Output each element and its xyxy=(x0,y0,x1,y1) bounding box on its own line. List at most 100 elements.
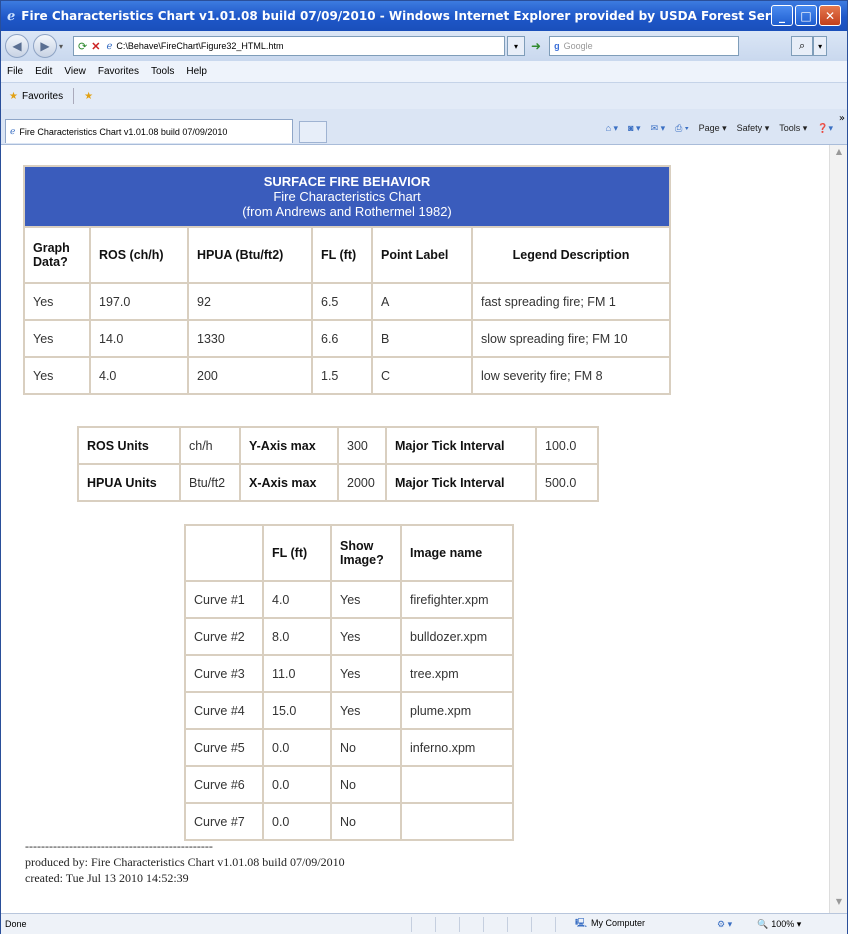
table-row: Curve #2 8.0 Yes bulldozer.xpm xyxy=(184,617,514,656)
mail-icon[interactable]: ✉ ▾ xyxy=(651,123,666,134)
cell: bulldozer.xpm xyxy=(400,617,514,656)
search-icon[interactable]: ⌕ xyxy=(791,36,814,56)
vertical-scrollbar[interactable]: ▲ ▼ xyxy=(829,145,847,913)
favorites-star-icon[interactable]: ★ xyxy=(9,91,18,102)
status-pane xyxy=(531,917,553,932)
favorites-button[interactable]: Favorites xyxy=(22,91,63,102)
cell: Yes xyxy=(330,617,402,656)
search-input[interactable]: g Google xyxy=(549,36,740,56)
cell: 4.0 xyxy=(262,580,332,619)
cell: 500.0 xyxy=(535,463,599,502)
menu-favorites[interactable]: Favorites xyxy=(98,66,139,77)
protected-mode-icon[interactable]: ⚙ ▾ xyxy=(717,919,732,930)
home-icon[interactable]: ⌂ ▾ xyxy=(606,123,618,134)
page-menu[interactable]: Page ▾ xyxy=(699,123,727,134)
table-row: ROS Units ch/h Y-Axis max 300 Major Tick… xyxy=(77,426,599,465)
cell: Curve #3 xyxy=(184,654,264,693)
menu-view[interactable]: View xyxy=(64,66,86,77)
close-button[interactable]: ✕ xyxy=(819,5,841,26)
scroll-down-icon[interactable]: ▼ xyxy=(832,897,846,911)
status-pane xyxy=(435,917,457,932)
cell: 2000 xyxy=(337,463,387,502)
cell: 0.0 xyxy=(262,728,332,767)
menu-file[interactable]: File xyxy=(7,66,23,77)
column-header-row: FL (ft) Show Image? Image name xyxy=(184,524,514,582)
menu-help[interactable]: Help xyxy=(186,66,207,77)
menu-bar: File Edit View Favorites Tools Help xyxy=(1,61,847,83)
print-icon[interactable]: ⎙ ▾ xyxy=(675,123,688,134)
zoom-control[interactable]: 🔍 100% ▾ xyxy=(757,919,801,930)
cell: firefighter.xpm xyxy=(400,580,514,619)
cell: No xyxy=(330,765,402,804)
cell: Yes xyxy=(23,282,91,321)
go-icon[interactable]: ➜ xyxy=(531,39,541,53)
back-icon[interactable]: ◀ xyxy=(5,34,29,58)
search-dropdown-icon[interactable]: ▾ xyxy=(813,36,828,56)
menu-tools[interactable]: Tools xyxy=(151,66,174,77)
feeds-icon[interactable]: ◙ ▾ xyxy=(628,123,640,134)
col-ros: ROS (ch/h) xyxy=(89,226,189,284)
window-title: Fire Characteristics Chart v1.01.08 buil… xyxy=(21,9,782,23)
col-show-image: Show Image? xyxy=(330,524,402,582)
page-viewport: SURFACE FIRE BEHAVIOR Fire Characteristi… xyxy=(1,145,829,913)
status-bar: Done 🖳 My Computer ⚙ ▾ 🔍 100% ▾ xyxy=(1,913,847,934)
tab-page-icon: ℯ xyxy=(10,126,16,136)
tools-menu[interactable]: Tools ▾ xyxy=(779,123,807,134)
cell: Yes xyxy=(330,654,402,693)
cell: 6.5 xyxy=(311,282,373,321)
cell: Curve #4 xyxy=(184,691,264,730)
cell: 14.0 xyxy=(89,319,189,358)
units-table: ROS Units ch/h Y-Axis max 300 Major Tick… xyxy=(77,426,599,502)
cell: Yes xyxy=(330,580,402,619)
minimize-button[interactable]: _ xyxy=(771,5,793,26)
col-legend: Legend Description xyxy=(471,226,671,284)
tab-current[interactable]: ℯ Fire Characteristics Chart v1.01.08 bu… xyxy=(5,119,293,143)
cell: inferno.xpm xyxy=(400,728,514,767)
menu-edit[interactable]: Edit xyxy=(35,66,52,77)
security-zone[interactable]: 🖳 My Computer xyxy=(575,916,645,932)
table-row: Curve #1 4.0 Yes firefighter.xpm xyxy=(184,580,514,619)
cell: Yes xyxy=(23,356,91,395)
address-dropdown-icon[interactable]: ▾ xyxy=(507,36,526,56)
cell: 6.6 xyxy=(311,319,373,358)
computer-icon: 🖳 xyxy=(575,918,588,928)
help-icon[interactable]: ❓▾ xyxy=(817,123,833,134)
address-row: ◀ ▶ ▾ ⟳ ✕ ℯ C:\Behave\FireChart\Figure32… xyxy=(1,31,847,61)
scroll-up-icon[interactable]: ▲ xyxy=(832,147,846,161)
table-row: Yes 197.0 92 6.5 A fast spreading fire; … xyxy=(23,282,671,321)
cell: Curve #1 xyxy=(184,580,264,619)
status-pane xyxy=(555,917,577,932)
cell: 0.0 xyxy=(262,802,332,841)
url-text[interactable]: C:\Behave\FireChart\Figure32_HTML.htm xyxy=(116,41,283,51)
cell: plume.xpm xyxy=(400,691,514,730)
cell: A xyxy=(371,282,473,321)
forward-icon[interactable]: ▶ xyxy=(33,34,57,58)
stop-icon[interactable]: ✕ xyxy=(91,40,100,53)
table-row: Curve #5 0.0 No inferno.xpm xyxy=(184,728,514,767)
new-tab-button[interactable] xyxy=(299,121,327,143)
maximize-button[interactable]: □ xyxy=(795,5,817,26)
cell: 200 xyxy=(187,356,313,395)
table-row: Yes 14.0 1330 6.6 B slow spreading fire;… xyxy=(23,319,671,358)
status-pane xyxy=(483,917,505,932)
fire-points-table: SURFACE FIRE BEHAVIOR Fire Characteristi… xyxy=(23,165,671,395)
address-bar[interactable]: ⟳ ✕ ℯ C:\Behave\FireChart\Figure32_HTML.… xyxy=(73,36,506,56)
more-chevron-icon[interactable]: » xyxy=(839,113,845,124)
page-footer: ----------------------------------------… xyxy=(25,838,345,886)
cell: 11.0 xyxy=(262,654,332,693)
refresh-icon[interactable]: ⟳ xyxy=(78,40,87,53)
window-controls: _ □ ✕ xyxy=(771,5,841,26)
add-favorite-icon[interactable]: ★ xyxy=(84,91,93,102)
cell: 300 xyxy=(337,426,387,465)
column-header-row: Graph Data? ROS (ch/h) HPUA (Btu/ft2) FL… xyxy=(23,226,671,284)
nav-dropdown-icon[interactable]: ▾ xyxy=(59,42,63,51)
cell: tree.xpm xyxy=(400,654,514,693)
safety-menu[interactable]: Safety ▾ xyxy=(737,123,770,134)
page-source: (from Andrews and Rothermel 1982) xyxy=(242,204,452,219)
table-row: Curve #3 11.0 Yes tree.xpm xyxy=(184,654,514,693)
cell: HPUA Units xyxy=(77,463,181,502)
cell: Major Tick Interval xyxy=(385,463,537,502)
favorites-bar: ★ Favorites ★ xyxy=(1,83,847,109)
cell: Btu/ft2 xyxy=(179,463,241,502)
table-row: HPUA Units Btu/ft2 X-Axis max 2000 Major… xyxy=(77,463,599,502)
